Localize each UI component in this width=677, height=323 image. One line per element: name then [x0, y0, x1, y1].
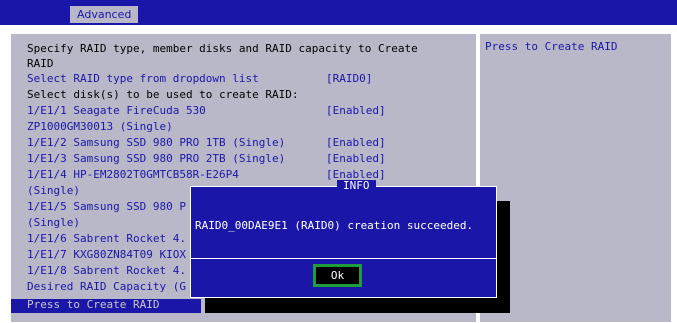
raid-capacity-label[interactable]: Desired RAID Capacity (G: [27, 279, 186, 295]
disk-4-label[interactable]: 1/E1/4 HP-EM2802T0GMTCB58R-E26P4: [27, 167, 239, 183]
disk-1-label[interactable]: 1/E1/1 Seagate FireCuda 530: [27, 103, 206, 119]
disk-3-label[interactable]: 1/E1/3 Samsung SSD 980 PRO 2TB (Single): [27, 151, 285, 167]
description-line-2: RAID: [27, 57, 54, 70]
description-line-1: Specify RAID type, member disks and RAID…: [27, 42, 418, 55]
create-raid-item[interactable]: Press to Create RAID: [27, 297, 159, 313]
dialog-title: INFO: [337, 180, 376, 192]
disk-6-label[interactable]: 1/E1/6 Sabrent Rocket 4.: [27, 231, 186, 247]
raid-type-dropdown[interactable]: [RAID0]: [326, 71, 372, 87]
raid-type-label[interactable]: Select RAID type from dropdown list: [27, 71, 259, 87]
info-dialog: INFO RAID0_00DAE9E1 (RAID0) creation suc…: [190, 180, 497, 298]
disk-2-toggle[interactable]: [Enabled]: [326, 135, 386, 151]
disk-3-toggle[interactable]: [Enabled]: [326, 151, 386, 167]
disk-1-label-cont: ZP1000GM30013 (Single): [27, 120, 173, 133]
disk-5-label[interactable]: 1/E1/5 Samsung SSD 980 P: [27, 199, 186, 215]
ok-button[interactable]: Ok: [313, 264, 362, 287]
disk-1-toggle[interactable]: [Enabled]: [326, 103, 386, 119]
dialog-divider: [191, 258, 496, 259]
ok-button-label: Ok: [330, 269, 345, 282]
disk-4-label-cont: (Single): [27, 184, 80, 197]
tab-advanced[interactable]: Advanced: [70, 6, 139, 23]
disk-5-label-cont: (Single): [27, 216, 80, 229]
disk-8-label[interactable]: 1/E1/8 Sabrent Rocket 4.: [27, 263, 186, 279]
help-text: Press to Create RAID: [485, 40, 618, 53]
dialog-message: RAID0_00DAE9E1 (RAID0) creation succeede…: [195, 219, 474, 232]
top-menu-bar: Advanced: [0, 0, 677, 25]
disk-2-label[interactable]: 1/E1/2 Samsung SSD 980 PRO 1TB (Single): [27, 135, 285, 151]
select-disks-heading: Select disk(s) to be used to create RAID…: [27, 88, 299, 101]
disk-7-label[interactable]: 1/E1/7 KXG80ZN84T09 KIOX: [27, 247, 186, 263]
